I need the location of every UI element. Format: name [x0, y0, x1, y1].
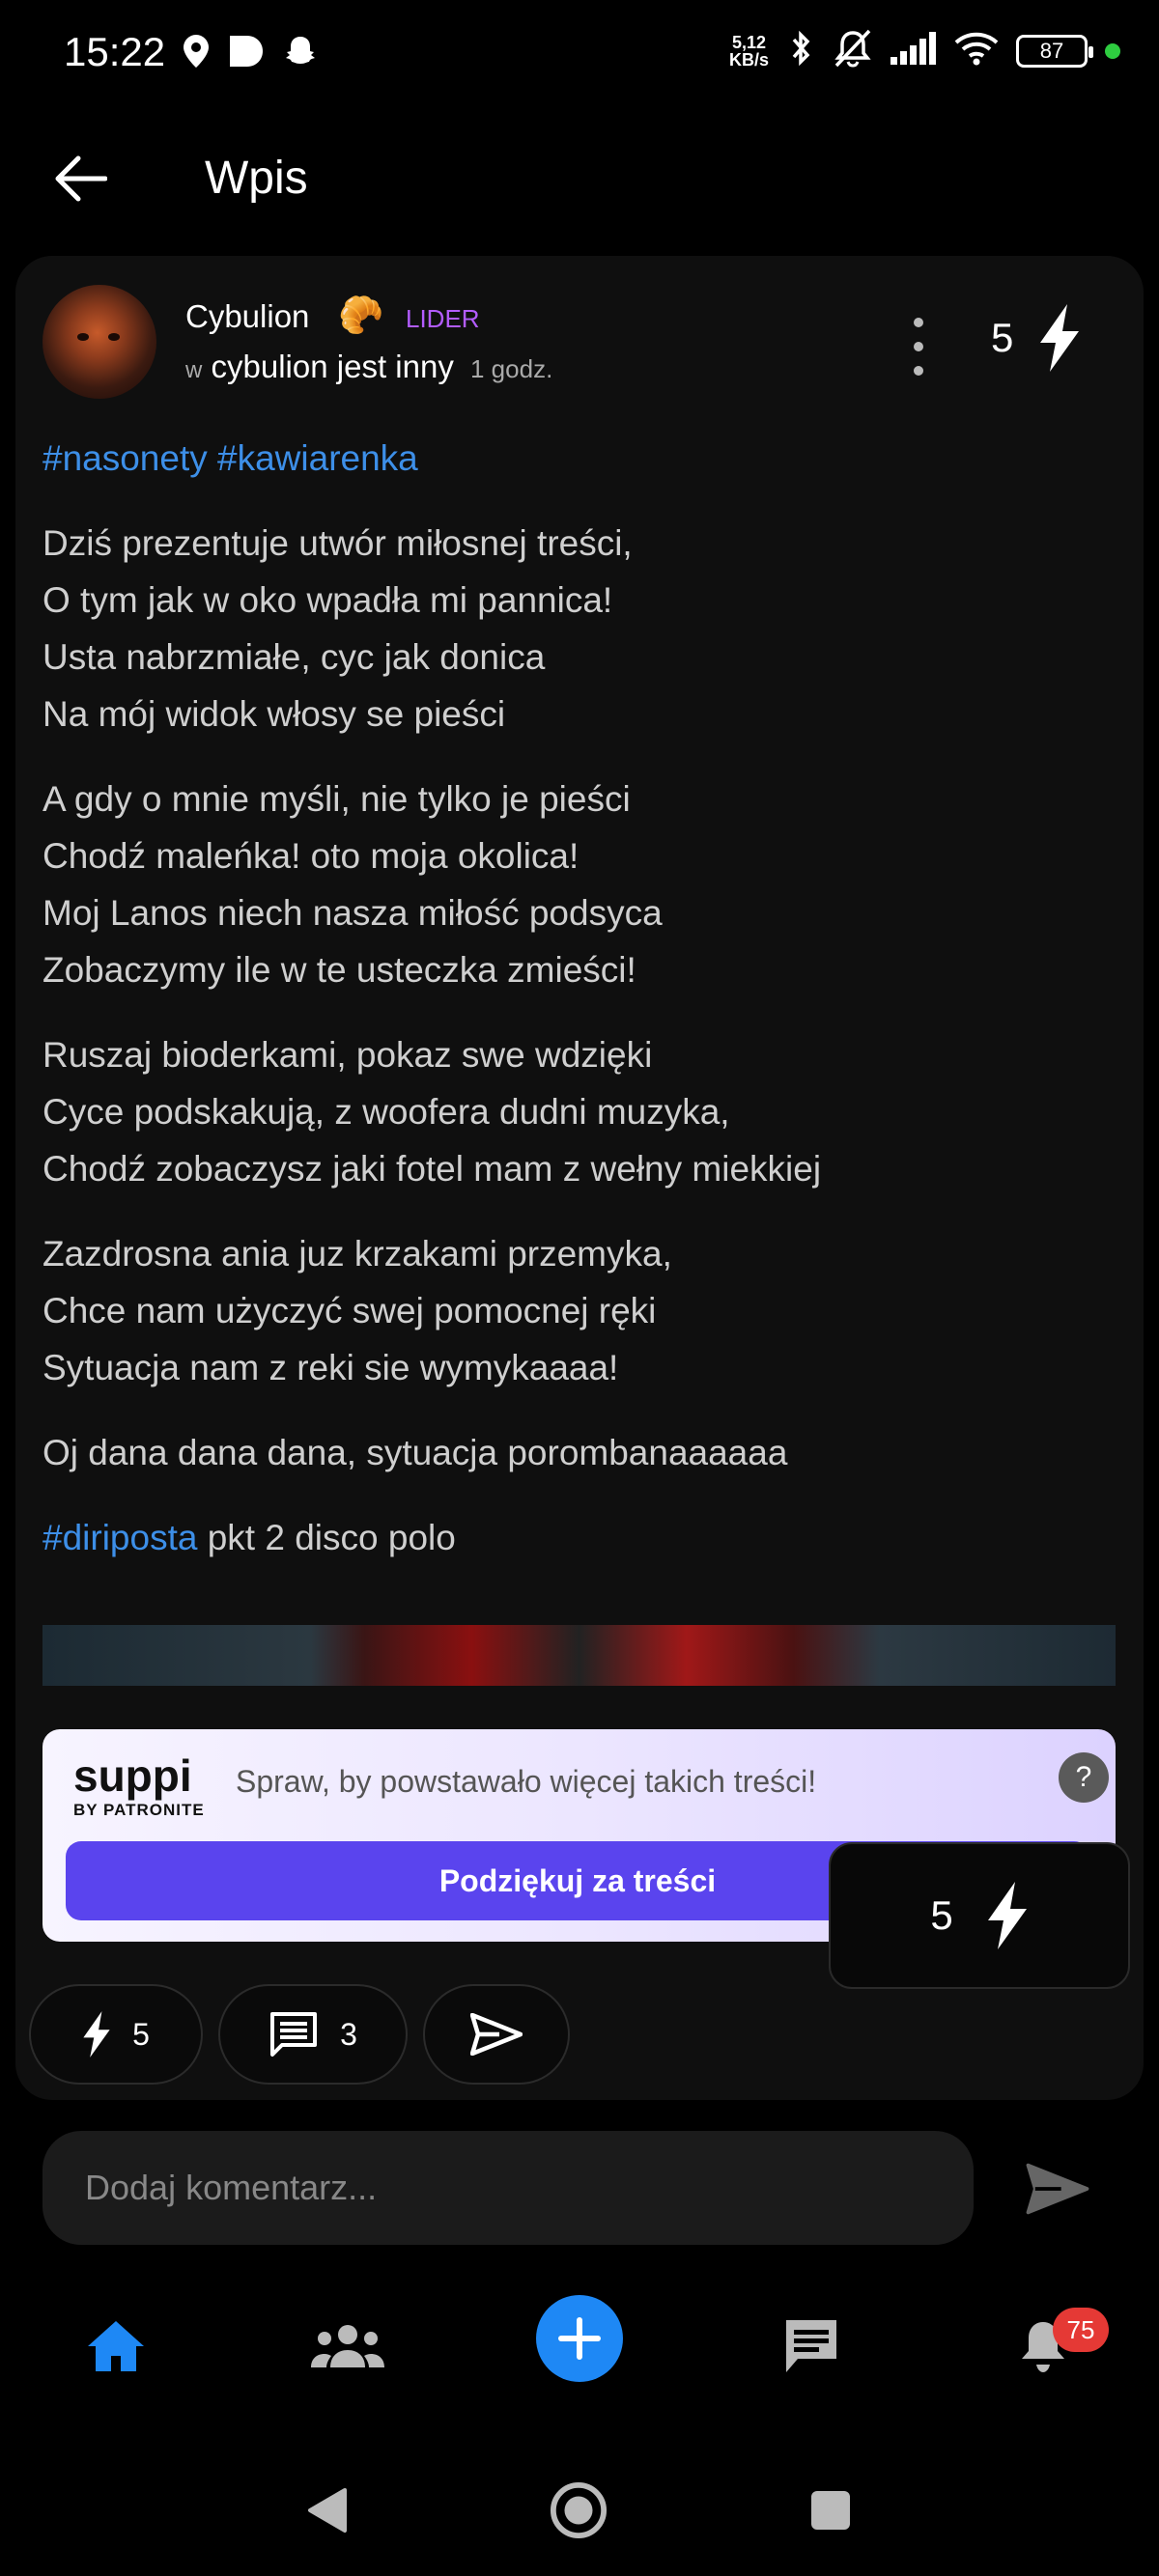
- suppi-logo: suppi BY PATRONITE: [73, 1750, 205, 1819]
- vote-count: 5: [132, 2016, 150, 2052]
- bluetooth-icon: [786, 30, 815, 71]
- post-meta: w cybulion jest inny 1 godz.: [185, 349, 553, 384]
- vote-button[interactable]: 5: [29, 1984, 203, 2085]
- wifi-icon: [954, 31, 999, 70]
- vote-count: 5: [991, 315, 1014, 360]
- group-icon: [311, 2325, 384, 2367]
- status-right-icons: 5,12 KB/s 87: [729, 29, 1120, 72]
- nav-communities[interactable]: [309, 2308, 386, 2385]
- share-button[interactable]: [423, 1984, 570, 2085]
- stanza: Oj dana dana dana, sytuacja porombanaaaa…: [42, 1433, 788, 1472]
- notification-badge: 75: [1053, 2308, 1109, 2352]
- community-link[interactable]: cybulion jest inny: [212, 349, 454, 384]
- stanza: Dziś prezentuje utwór miłosnej treści, O…: [42, 523, 633, 734]
- post-time: 1 godz.: [470, 354, 553, 383]
- status-left-icons: [184, 35, 317, 72]
- signal-icon: [890, 32, 937, 70]
- chat-bubble-icon: [230, 36, 263, 71]
- app-header: Wpis: [0, 126, 1159, 232]
- hashtag-link[interactable]: #diriposta: [42, 1518, 197, 1557]
- nav-home[interactable]: [77, 2308, 155, 2385]
- system-home-button[interactable]: [550, 2481, 608, 2539]
- post-content: #nasonety #kawiarenka Dziś prezentuje ut…: [42, 430, 1115, 1594]
- hashtags: #nasonety #kawiarenka: [42, 430, 1115, 487]
- stanza: Ruszaj bioderkami, pokaz swe wdzięki Cyc…: [42, 1035, 822, 1189]
- lightning-icon: [1040, 304, 1080, 372]
- status-time: 15:22: [64, 29, 166, 74]
- comment-count: 3: [340, 2016, 357, 2052]
- battery-icon: 87: [1016, 34, 1093, 68]
- system-back-button[interactable]: [297, 2481, 355, 2539]
- silent-icon: [833, 29, 873, 72]
- network-speed: 5,12 KB/s: [728, 32, 769, 70]
- send-icon: [470, 2013, 523, 2056]
- send-icon: [1026, 2163, 1089, 2215]
- suppi-text: Spraw, by powstawało więcej takich treśc…: [236, 1764, 817, 1799]
- location-icon: [184, 35, 209, 72]
- vote-counter[interactable]: 5: [991, 304, 1081, 372]
- croissant-icon: 🥐: [338, 295, 384, 336]
- avatar[interactable]: [42, 285, 156, 399]
- lightning-icon: [83, 2011, 110, 2058]
- stanza: Zazdrosna ania juz krzakami przemyka, Ch…: [42, 1234, 672, 1387]
- nav-messages[interactable]: [773, 2308, 850, 2385]
- floating-vote-button[interactable]: 5: [829, 1842, 1130, 1989]
- post-actions: 5 3: [29, 1984, 570, 2085]
- back-button[interactable]: [48, 147, 112, 210]
- comment-icon: [270, 2012, 318, 2057]
- floating-vote-count: 5: [930, 1892, 953, 1938]
- post-footer-line: #diriposta pkt 2 disco polo: [42, 1518, 456, 1557]
- post-card: Cybulion 🥐 LIDER w cybulion jest inny 1 …: [15, 256, 1144, 2100]
- add-post-button[interactable]: [536, 2295, 623, 2382]
- plus-icon: [558, 2317, 601, 2360]
- page-title: Wpis: [205, 153, 308, 204]
- send-comment-button[interactable]: [1024, 2155, 1091, 2223]
- post-image[interactable]: [42, 1625, 1116, 1686]
- hashtag-link[interactable]: #kawiarenka: [217, 438, 418, 478]
- role-badge: LIDER: [406, 304, 480, 333]
- author-name[interactable]: Cybulion: [185, 298, 309, 335]
- triangle-back-icon: [308, 2488, 347, 2533]
- privacy-indicator: [1105, 42, 1120, 59]
- comment-input[interactable]: Dodaj komentarz...: [42, 2131, 974, 2245]
- bottom-navigation: 75: [0, 2269, 1159, 2414]
- square-recents-icon: [811, 2491, 850, 2530]
- hashtag-link[interactable]: #nasonety: [42, 438, 208, 478]
- more-options-icon[interactable]: [904, 318, 933, 376]
- system-navigation: [0, 2452, 1159, 2568]
- circle-home-icon: [550, 2481, 608, 2539]
- system-recents-button[interactable]: [802, 2481, 860, 2539]
- home-icon: [88, 2321, 144, 2371]
- snapchat-icon: [284, 35, 317, 72]
- help-icon[interactable]: ?: [1059, 1752, 1109, 1803]
- arrow-left-icon: [55, 155, 107, 202]
- comments-button[interactable]: 3: [218, 1984, 408, 2085]
- lightning-icon: [987, 1882, 1027, 1949]
- stanza: A gdy o mnie myśli, nie tylko je pieści …: [42, 779, 663, 990]
- message-icon: [786, 2320, 836, 2372]
- status-bar: 15:22 5,12 KB/s 87: [0, 0, 1159, 111]
